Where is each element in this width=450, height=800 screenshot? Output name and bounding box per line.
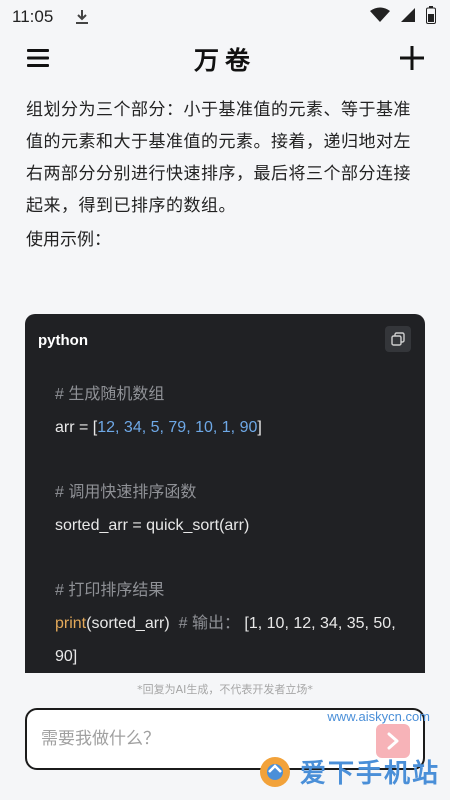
- answer-content: 组划分为三个部分：小于基准值的元素、等于基准值的元素和大于基准值的元素。接着，递…: [26, 94, 426, 256]
- status-icons: [370, 6, 436, 28]
- prompt-input[interactable]: [41, 725, 361, 753]
- watermark-logo-icon: [259, 756, 290, 787]
- code-line-print: print(sorted_arr) # 输出： [1, 10, 12, 34, …: [55, 607, 417, 673]
- watermark: 爱下手机站: [258, 753, 440, 790]
- watermark-text: 爱下手机站: [299, 759, 440, 789]
- plus-icon[interactable]: [398, 44, 426, 72]
- code-comment: # 生成随机数组: [55, 386, 165, 403]
- copy-icon[interactable]: [385, 326, 411, 352]
- signal-icon: [400, 7, 416, 27]
- wifi-icon: [370, 7, 390, 27]
- code-comment: # 输出：: [178, 615, 240, 632]
- app-title: 万卷: [193, 46, 256, 75]
- code-function: print: [55, 615, 87, 632]
- watermark-url: www.aiskycn.com: [327, 709, 430, 724]
- code-text: ]: [257, 419, 262, 436]
- code-comment: # 打印排序结果: [55, 582, 165, 599]
- code-line-arr: arr = [12, 34, 5, 79, 10, 1, 90]: [55, 411, 417, 444]
- code-block: python # 生成随机数组 arr = [12, 34, 5, 79, 10…: [25, 314, 425, 694]
- code-body: # 生成随机数组 arr = [12, 34, 5, 79, 10, 1, 90…: [55, 378, 417, 673]
- code-language: python: [38, 332, 88, 349]
- disclaimer: *回复为AI生成，不代表开发者立场*: [137, 683, 313, 696]
- app-bar: 万卷: [0, 34, 450, 84]
- answer-paragraph: 组划分为三个部分：小于基准值的元素、等于基准值的元素和大于基准值的元素。接着，递…: [26, 100, 411, 216]
- input-area: *回复为AI生成，不代表开发者立场* 爱下手机站 www.aiskycn.com: [0, 673, 450, 800]
- code-line-sorted: sorted_arr = quick_sort(arr): [55, 517, 250, 534]
- code-numbers: 12, 34, 5, 79, 10, 1, 90: [97, 419, 258, 436]
- download-icon: [75, 9, 89, 25]
- status-time: 11:05: [12, 7, 54, 26]
- code-text: (sorted_arr): [86, 615, 170, 632]
- code-text: arr = [: [55, 419, 98, 436]
- code-comment: # 调用快速排序函数: [55, 484, 197, 501]
- chevron-right-icon: [387, 732, 399, 750]
- status-bar: 11:05: [0, 0, 450, 34]
- battery-icon: [426, 6, 436, 28]
- example-label: 使用示例：: [26, 230, 111, 250]
